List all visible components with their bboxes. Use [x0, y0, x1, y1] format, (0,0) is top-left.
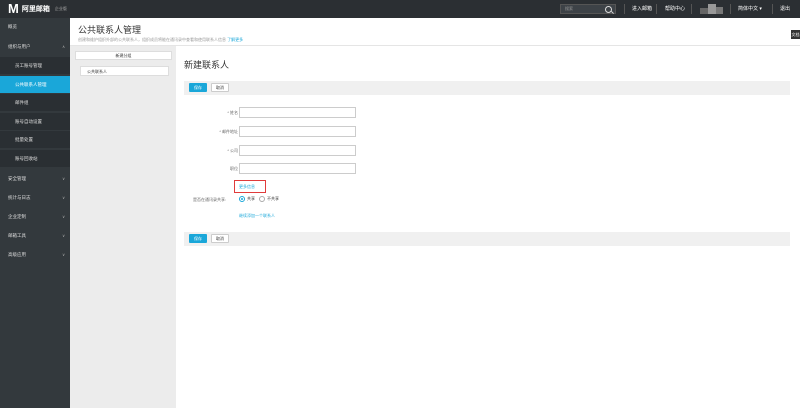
group-item-public-contacts[interactable]: 公共联系人	[80, 66, 169, 76]
sidebar-item-employee-accounts[interactable]: 员工账号管理	[0, 57, 70, 74]
page-header: 公共联系人管理 创建和维护组织外部的公共联系人，组织成员将能在通讯录中查看和使用…	[70, 18, 800, 46]
learn-more-link[interactable]: 了解更多	[227, 37, 243, 42]
sidebar-item-label: 邮箱工具	[8, 233, 26, 238]
sidebar-item-account-auto-settings[interactable]: 账号自动设置	[0, 113, 70, 130]
sidebar-item-security[interactable]: 安全管理 ∨	[0, 170, 70, 187]
name-input[interactable]	[239, 107, 356, 118]
group-panel: 新建分组	[70, 46, 176, 408]
sidebar-item-label: 组织与用户	[8, 44, 31, 49]
enter-mailbox-link[interactable]: 进入邮箱	[632, 5, 652, 12]
new-group-button[interactable]: 新建分组	[75, 51, 172, 60]
sidebar-item-stats-logs[interactable]: 统计与日志 ∨	[0, 189, 70, 206]
name-label: * 姓名	[227, 110, 238, 115]
sidebar-item-mail-groups[interactable]: 邮件组	[0, 94, 70, 111]
language-select[interactable]: 简体中文 ▾	[738, 5, 762, 12]
search-placeholder: 搜索	[565, 6, 573, 11]
email-input[interactable]	[239, 126, 356, 137]
company-label: * 公司	[227, 148, 238, 153]
sidebar-item-advanced-apps[interactable]: 高级应用 ∨	[0, 246, 70, 263]
sidebar-item-label: 高级应用	[8, 252, 26, 257]
divider	[656, 4, 657, 14]
sidebar-item-label: 安全管理	[8, 176, 26, 181]
description-text: 创建和维护组织外部的公共联系人，组织成员将能在通讯录中查看和使用联系人信息	[78, 37, 226, 42]
company-input[interactable]	[239, 145, 356, 156]
divider	[772, 4, 773, 14]
share-no-radio[interactable]	[259, 196, 265, 202]
sidebar-item-label: 批量处置	[15, 137, 33, 142]
position-input[interactable]	[239, 163, 356, 174]
logo[interactable]: M 阿里邮箱 企业版	[8, 1, 67, 16]
email-label: * 邮件地址	[219, 129, 238, 134]
save-button-bottom[interactable]: 保存	[189, 234, 207, 243]
side-doc-tab[interactable]: 文档	[791, 30, 800, 39]
sidebar-item-label: 公共联系人管理	[15, 82, 47, 87]
divider	[624, 4, 625, 14]
sidebar-item-label: 员工账号管理	[15, 63, 42, 68]
top-bar: M 阿里邮箱 企业版 搜索 进入邮箱 帮助中心 简体中文 ▾ 退出	[0, 0, 800, 18]
sidebar-item-enterprise-custom[interactable]: 企业定制 ∨	[0, 208, 70, 225]
sidebar-item-overview[interactable]: 概览	[0, 18, 70, 35]
chevron-up-icon: ∧	[62, 44, 65, 49]
search-icon[interactable]	[605, 6, 612, 13]
chevron-down-icon: ∨	[62, 252, 65, 257]
form-title: 新建联系人	[184, 60, 230, 70]
sidebar-item-label: 企业定制	[8, 214, 26, 219]
logo-subtitle: 企业版	[54, 6, 67, 11]
position-label: 职位	[230, 166, 238, 171]
sidebar-item-label: 账号自动设置	[15, 119, 42, 124]
page-title: 公共联系人管理	[78, 25, 142, 35]
share-yes-label[interactable]: 共享	[247, 196, 255, 202]
search-input[interactable]: 搜索	[560, 4, 616, 14]
sidebar-item-public-contacts[interactable]: 公共联系人管理	[0, 76, 70, 93]
chevron-down-icon: ▾	[759, 6, 762, 12]
help-center-link[interactable]: 帮助中心	[665, 5, 685, 12]
add-another-contact-link[interactable]: 继续添加一个联系人	[239, 213, 275, 219]
logo-mark: M	[8, 1, 19, 16]
sidebar-item-org-users[interactable]: 组织与用户 ∧	[0, 38, 70, 55]
sidebar-item-label: 邮件组	[15, 100, 29, 105]
divider	[730, 4, 731, 14]
page-description: 创建和维护组织外部的公共联系人，组织成员将能在通讯录中查看和使用联系人信息 了解…	[78, 37, 243, 43]
sidebar-item-account-recycle-bin[interactable]: 账号回收站	[0, 150, 70, 167]
cancel-button-bottom[interactable]: 取消	[211, 234, 229, 243]
chevron-down-icon: ∨	[62, 195, 65, 200]
logout-link[interactable]: 退出	[780, 5, 790, 12]
sidebar-item-batch-processing[interactable]: 批量处置	[0, 131, 70, 148]
chevron-down-icon: ∨	[62, 176, 65, 181]
logo-text: 阿里邮箱	[21, 6, 50, 13]
divider	[691, 4, 692, 14]
save-button[interactable]: 保存	[189, 83, 207, 92]
chevron-down-icon: ∨	[62, 214, 65, 219]
chevron-down-icon: ∨	[62, 233, 65, 238]
main-content	[176, 46, 800, 408]
more-info-link[interactable]: 更多信息	[234, 180, 266, 193]
cancel-button[interactable]: 取消	[211, 83, 229, 92]
sidebar-item-label: 账号回收站	[15, 156, 38, 161]
share-label: 是否在通讯录共享:	[193, 197, 227, 202]
sidebar-item-label: 统计与日志	[8, 195, 31, 200]
form-toolbar-bottom: 保存 取消	[184, 232, 790, 246]
sidebar-item-label: 概览	[8, 24, 17, 29]
language-label: 简体中文	[738, 6, 759, 12]
share-yes-radio[interactable]	[239, 196, 245, 202]
form-toolbar-top: 保存 取消	[184, 81, 790, 95]
sidebar-item-mail-tools[interactable]: 邮箱工具 ∨	[0, 227, 70, 244]
share-no-label[interactable]: 不共享	[267, 196, 279, 202]
avatar[interactable]	[700, 4, 724, 14]
